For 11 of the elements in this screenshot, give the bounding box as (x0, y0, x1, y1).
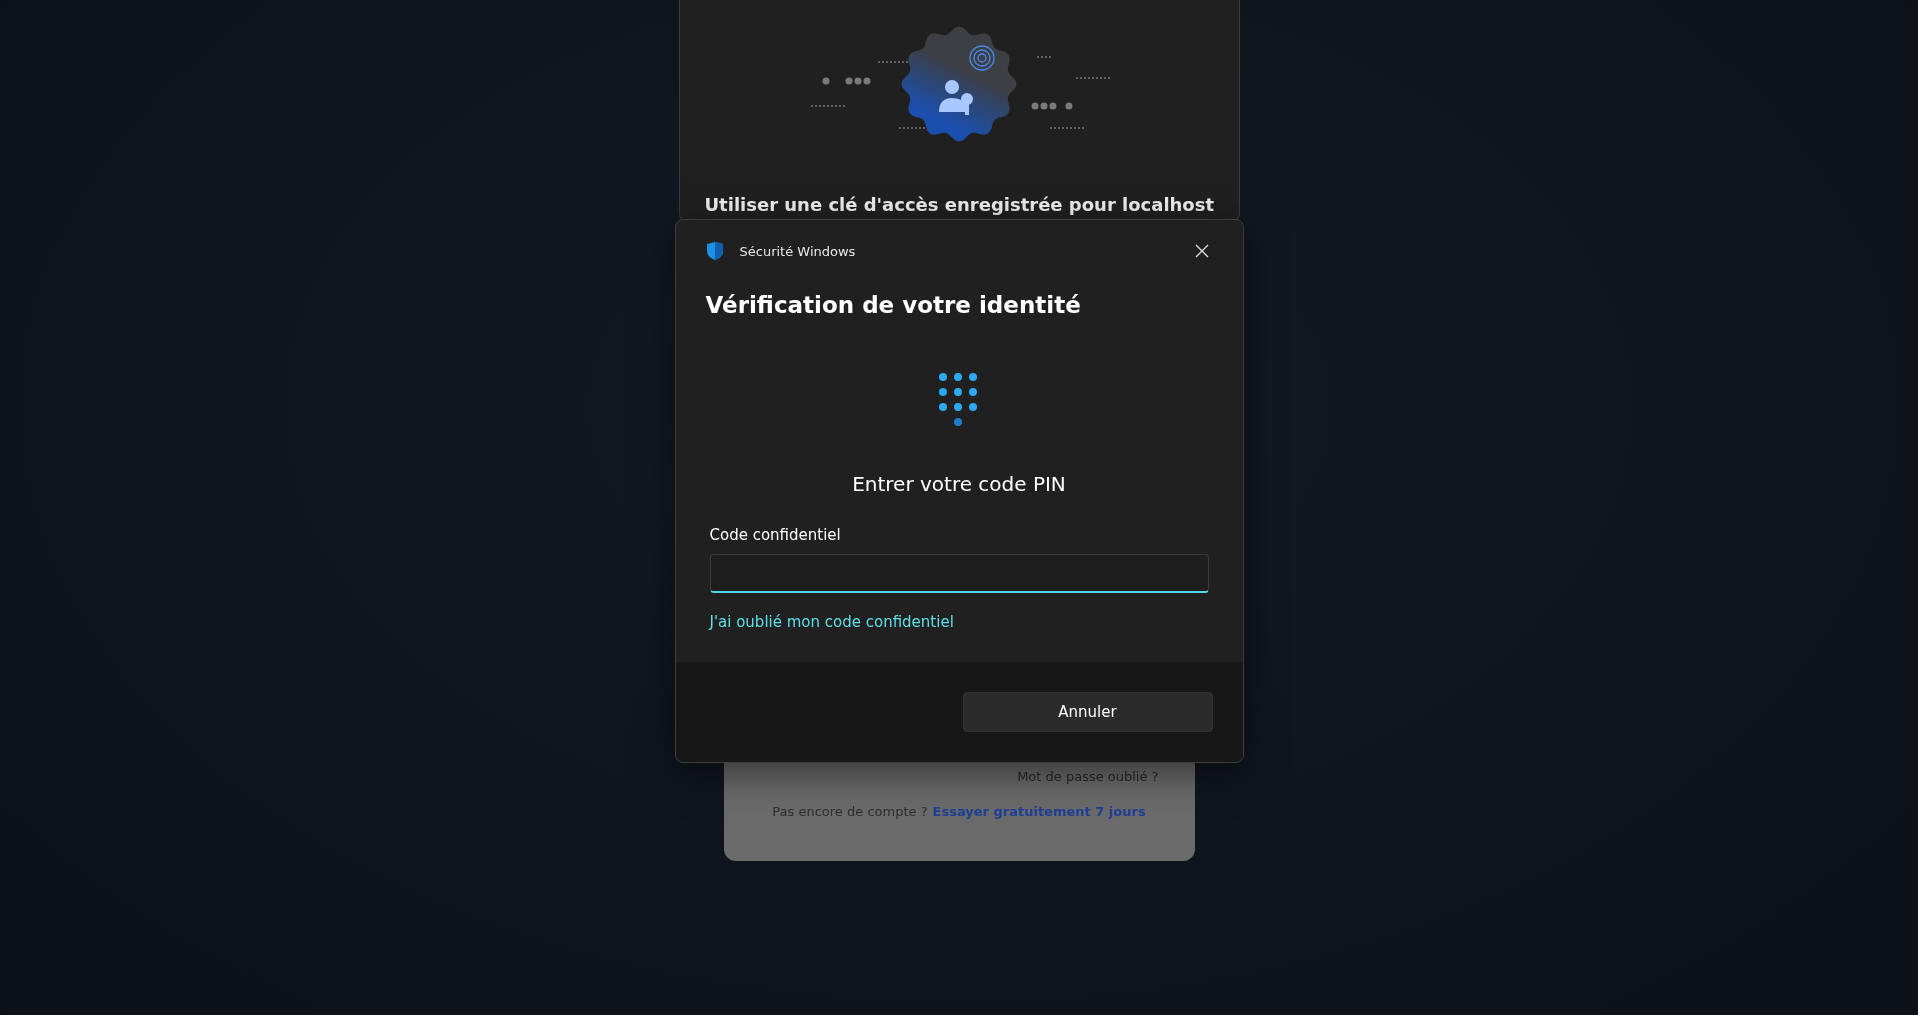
pin-input-field[interactable] (709, 554, 1209, 593)
forgot-pin-link[interactable]: J'ai oublié mon code confidentiel (709, 613, 954, 631)
dialog-app-name: Sécurité Windows (739, 243, 857, 259)
passkey-title: Utiliser une clé d'accès enregistrée pour localhost (704, 194, 1215, 215)
close-icon (1194, 244, 1209, 258)
cancel-button[interactable]: Annuler (962, 692, 1213, 732)
shield-icon (705, 241, 724, 261)
dialog-heading: Vérification de votre identité (705, 292, 1082, 318)
signup-prompt: Pas encore de compte ? (772, 804, 928, 819)
pin-field-label: Code confidentiel (709, 526, 842, 544)
pin-prompt: Entrer votre code PIN (852, 472, 1066, 496)
